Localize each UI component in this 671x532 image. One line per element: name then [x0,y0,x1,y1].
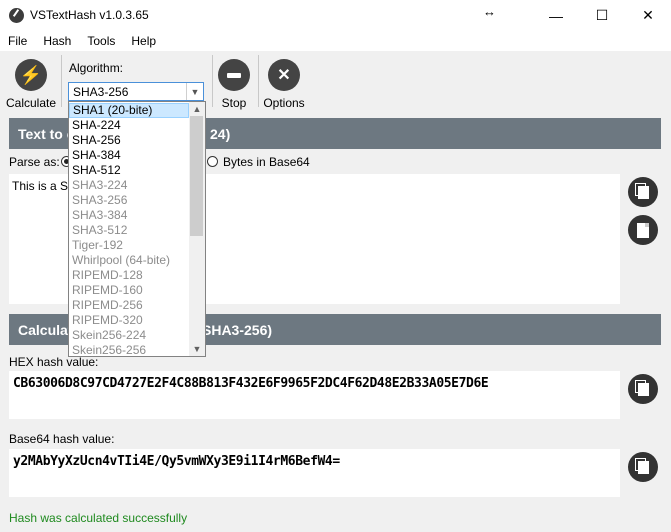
chevron-down-icon[interactable]: ▼ [186,83,203,100]
parse-as-label: Parse as: [9,155,60,169]
hex-hash-field[interactable]: CB63006D8C97CD4727E2F4C88B813F432E6F9965… [9,371,620,419]
input-section-title: Text to c [18,126,75,142]
algorithm-label: Algorithm: [69,61,124,75]
algorithm-select[interactable]: SHA3-256 ▼ [68,82,204,101]
resize-cursor-icon: ↔ [483,4,496,19]
base64-hash-label: Base64 hash value: [9,432,115,446]
lightning-icon: ⚡ [15,59,47,91]
toolbar-separator [61,55,62,107]
copy-icon [637,185,649,199]
menu-help[interactable]: Help [123,31,164,51]
hex-hash-label: HEX hash value: [9,355,99,369]
dropdown-item[interactable]: Skein256-224 [69,328,192,343]
window-title: VSTextHash v1.0.3.65 [30,8,149,22]
copy-input-button[interactable] [628,177,658,207]
base64-hash-field[interactable]: y2MAbYyXzUcn4vTIi4E/Qy5vmWXy3E9i1I4rM6Be… [9,449,620,497]
options-label: Options [263,96,305,110]
dropdown-item[interactable]: SHA3-256 [69,193,192,208]
dropdown-item[interactable]: Skein256-256 [69,343,192,356]
menu-file[interactable]: File [0,31,35,51]
calculate-label: Calculate [5,96,57,110]
dropdown-item[interactable]: Tiger-192 [69,238,192,253]
dropdown-item[interactable]: SHA3-224 [69,178,192,193]
tools-icon: ✕ [268,59,300,91]
dropdown-item[interactable]: RIPEMD-128 [69,268,192,283]
stop-button[interactable]: Stop [214,56,254,110]
close-button[interactable]: ✕ [625,0,671,31]
algorithm-dropdown-list: SHA1 (20-bite) SHA-224 SHA-256 SHA-384 S… [68,101,206,357]
title-bar: VSTextHash v1.0.3.65 ↔ — ☐ ✕ [0,0,671,31]
minimize-button[interactable]: — [533,0,579,31]
menu-tools[interactable]: Tools [79,31,123,51]
base64-hash-value: y2MAbYyXzUcn4vTIi4E/Qy5vmWXy3E9i1I4rM6Be… [13,454,340,469]
dropdown-item[interactable]: SHA-224 [69,118,192,133]
input-section-title-suffix: 24) [210,126,231,142]
document-icon [637,222,649,238]
dropdown-item[interactable]: RIPEMD-320 [69,313,192,328]
parse-base64-radio[interactable] [207,156,218,167]
stop-icon [218,59,250,91]
dropdown-item[interactable]: RIPEMD-160 [69,283,192,298]
scrollbar-thumb[interactable] [190,116,203,236]
result-section-title-suffix: SHA3-256) [202,322,273,338]
menu-hash[interactable]: Hash [35,31,79,51]
status-message: Hash was calculated successfully [9,511,188,525]
menu-bar: File Hash Tools Help [0,31,671,51]
dropdown-item[interactable]: SHA-512 [69,163,192,178]
dropdown-scrollbar[interactable]: ▲ ▼ [189,102,205,356]
dropdown-item[interactable]: RIPEMD-256 [69,298,192,313]
hex-hash-value: CB63006D8C97CD4727E2F4C88B813F432E6F9965… [13,376,489,391]
copy-hex-button[interactable] [628,374,658,404]
copy-icon [637,382,649,396]
app-logo-icon [9,8,24,23]
dropdown-item[interactable]: Whirlpool (64-bite) [69,253,192,268]
maximize-button[interactable]: ☐ [579,0,625,31]
copy-base64-button[interactable] [628,452,658,482]
toolbar-separator [212,55,213,107]
scroll-up-icon[interactable]: ▲ [189,102,205,116]
copy-icon [637,460,649,474]
stop-label: Stop [221,96,247,110]
scroll-down-icon[interactable]: ▼ [189,342,205,356]
dropdown-item[interactable]: SHA-384 [69,148,192,163]
parse-base64-label: Bytes in Base64 [223,155,310,169]
dropdown-item[interactable]: SHA1 (20-bite) [69,103,189,118]
dropdown-item[interactable]: SHA3-384 [69,208,192,223]
toolbar-separator [258,55,259,107]
dropdown-item[interactable]: SHA3-512 [69,223,192,238]
algorithm-selected-value: SHA3-256 [73,85,129,99]
options-button[interactable]: ✕ Options [262,56,306,110]
paste-input-button[interactable] [628,215,658,245]
dropdown-item[interactable]: SHA-256 [69,133,192,148]
calculate-button[interactable]: ⚡ Calculate [5,56,57,110]
